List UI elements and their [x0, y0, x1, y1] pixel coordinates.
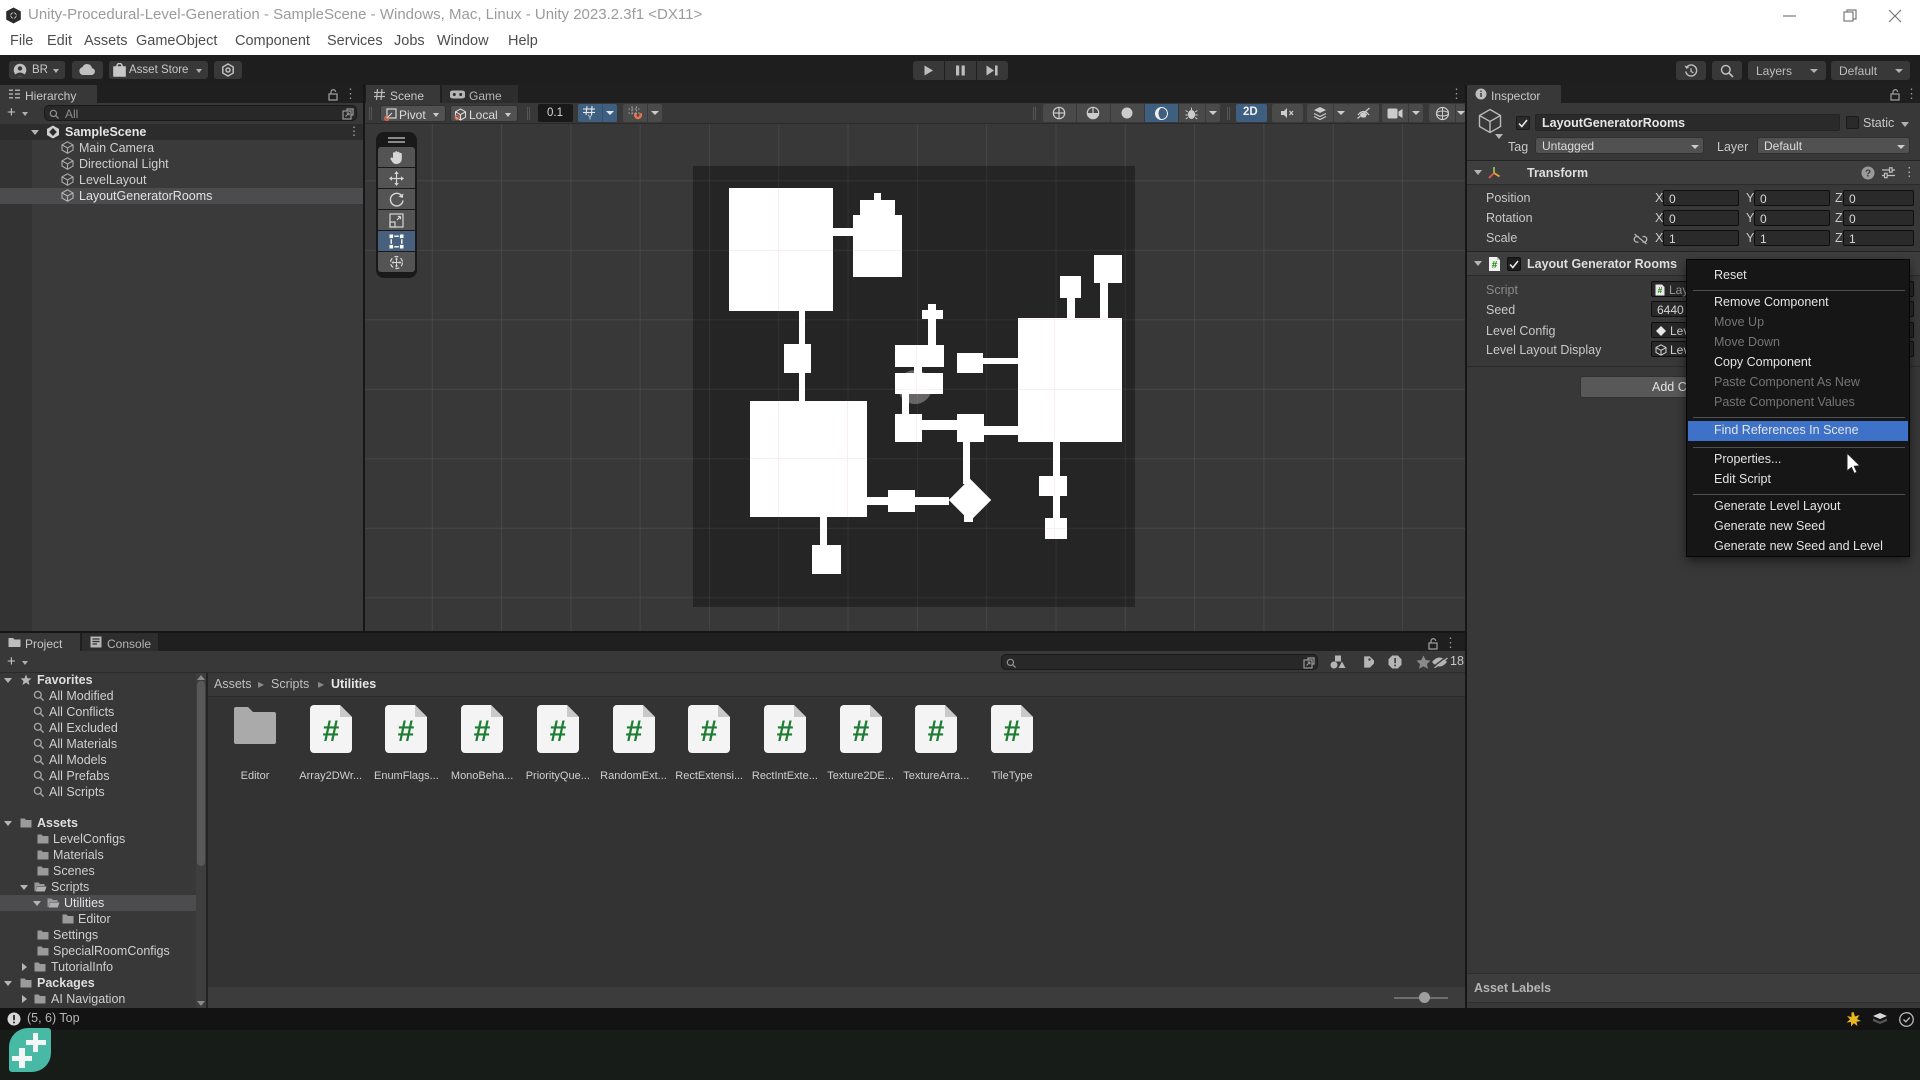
svg-text:#: #	[398, 715, 415, 748]
svg-text:#: #	[852, 715, 869, 748]
svg-text:#: #	[1492, 260, 1498, 271]
svg-text:#: #	[474, 715, 491, 748]
svg-text:#: #	[1004, 715, 1021, 748]
svg-text:#: #	[928, 715, 945, 748]
svg-text:#: #	[701, 715, 718, 748]
svg-text:Y: Y	[587, 113, 592, 121]
svg-text:#: #	[625, 715, 642, 748]
svg-text:?: ?	[1865, 169, 1871, 180]
svg-text:#: #	[777, 715, 794, 748]
svg-text:#: #	[322, 715, 339, 748]
svg-text:#: #	[549, 715, 566, 748]
svg-text:#: #	[1658, 286, 1663, 295]
